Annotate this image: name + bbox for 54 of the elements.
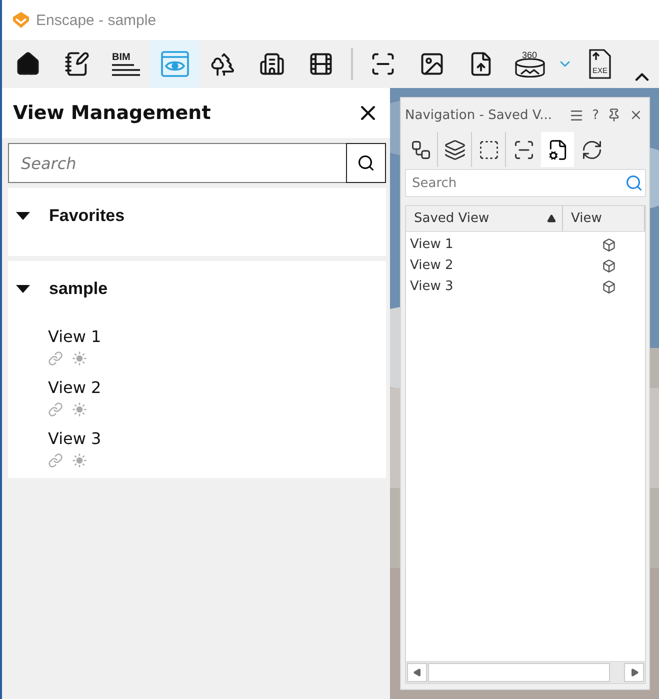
cube-icon [602, 238, 616, 252]
link-icon [48, 402, 63, 417]
link-icon [48, 351, 63, 366]
help-button[interactable]: ? [589, 108, 602, 122]
image-icon [419, 51, 446, 77]
horizontal-scrollbar[interactable] [406, 661, 645, 683]
group-name: sample [49, 279, 108, 299]
caret-right-icon [630, 668, 638, 677]
search-icon [357, 154, 375, 172]
file-gear-icon [546, 138, 568, 160]
group-header[interactable]: sample [8, 275, 386, 303]
sun-icon [72, 402, 87, 417]
sun-icon [72, 351, 87, 366]
group-name: Favorites [49, 206, 125, 226]
caret-left-icon [412, 668, 422, 677]
scan-icon [512, 138, 534, 160]
screenshot-icon [370, 51, 396, 77]
link-icon [48, 453, 63, 468]
layers-icon [444, 138, 466, 160]
window-title: Enscape - sample [36, 12, 156, 28]
close-icon [629, 108, 643, 122]
home-icon [15, 51, 42, 77]
scroll-left-button[interactable] [407, 663, 427, 682]
cube-icon [602, 280, 616, 294]
search-button[interactable] [346, 143, 386, 183]
bim-button[interactable]: BIM [101, 40, 150, 88]
search-field[interactable]: Search [8, 143, 346, 183]
notebook-icon [64, 51, 90, 77]
table-cell-text: View 1 [409, 237, 454, 252]
cube-icon [602, 258, 616, 272]
group-header[interactable]: Favorites [8, 202, 386, 230]
view-name[interactable]: View 1 [48, 327, 386, 346]
tree-icon [210, 51, 236, 77]
pin-icon [607, 108, 621, 122]
navigation-tool-button[interactable] [541, 132, 574, 167]
eye-window-icon [160, 51, 189, 77]
panorama-button[interactable]: 360 [505, 40, 554, 88]
sheet-icon [478, 138, 500, 160]
view-name[interactable]: View 2 [48, 378, 386, 397]
film-reel-icon [308, 51, 334, 77]
app-logo-icon [12, 11, 30, 29]
navigation-search-field[interactable]: Search [405, 169, 646, 197]
navigation-title: Navigation - Saved V... [405, 108, 553, 122]
sync-icon [580, 138, 602, 160]
nodes-icon [410, 138, 432, 160]
menu-icon [569, 108, 584, 122]
scroll-right-button[interactable] [624, 663, 644, 682]
view-name[interactable]: View 3 [48, 429, 386, 448]
table-cell-text: View 3 [409, 279, 454, 294]
panel-title: View Management [13, 102, 211, 124]
table-cell-text: View 2 [409, 258, 454, 273]
search-icon [625, 174, 643, 192]
building-icon [258, 51, 285, 77]
sun-icon [72, 453, 87, 468]
